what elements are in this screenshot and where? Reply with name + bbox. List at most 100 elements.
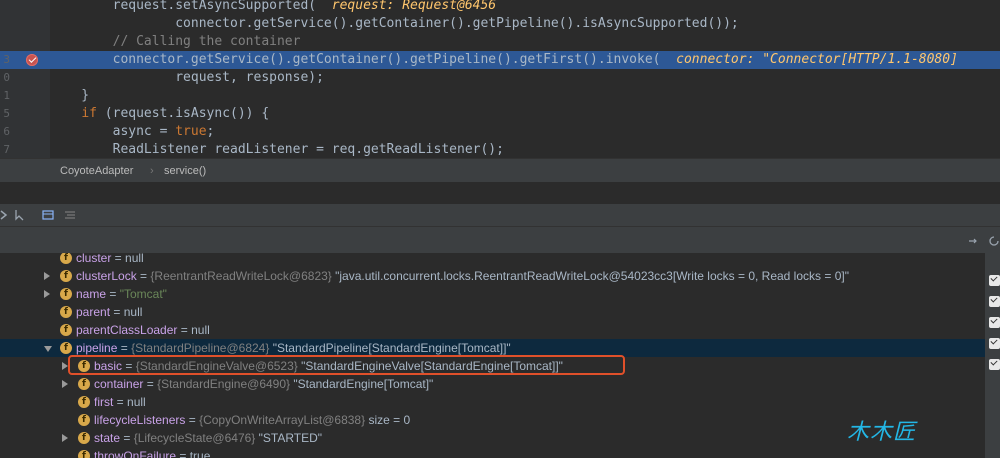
code-text: request, response); [50, 69, 324, 87]
variable-equals: = [176, 449, 190, 458]
code-token: connector.getService().getContainer().ge… [50, 16, 739, 31]
variable-row[interactable]: f lifecycleListeners = {CopyOnWriteArrayL… [0, 411, 985, 429]
restore-layout-icon[interactable] [968, 236, 982, 246]
code-line[interactable]: // Calling the container [0, 33, 1000, 51]
variable-value: "Tomcat" [119, 287, 167, 301]
breakpoint-icon[interactable] [26, 54, 38, 66]
code-token: connector.getService().getContainer().ge… [50, 52, 661, 67]
variable-text: container = {StandardEngine@6490} "Stand… [94, 375, 433, 393]
code-token: async = [50, 124, 176, 139]
field-icon: f [78, 378, 90, 390]
variable-equals: = [113, 395, 128, 409]
expand-arrow-icon[interactable] [62, 434, 68, 442]
variable-row[interactable]: f container = {StandardEngine@6490} "Stan… [0, 375, 985, 393]
variable-value: size = 0 [365, 413, 411, 427]
code-line[interactable]: 3 connector.getService().getContainer().… [0, 51, 1000, 69]
code-text: async = true; [50, 123, 215, 141]
code-token: true [175, 124, 207, 139]
code-text: connector.getService().getContainer().ge… [50, 15, 739, 33]
variable-text: lifecycleListeners = {CopyOnWriteArrayLi… [94, 411, 410, 429]
variable-row[interactable]: f state = {LifecycleState@6476} "STARTED" [0, 429, 985, 447]
option-checkbox[interactable] [989, 275, 1000, 286]
line-number: 0 [3, 71, 10, 84]
code-text: if (request.isAsync()) { [50, 105, 269, 123]
variable-row[interactable]: f name = "Tomcat" [0, 285, 985, 303]
code-token: // Calling the container [50, 34, 301, 49]
code-token: request, response); [50, 70, 324, 85]
variable-row[interactable]: f first = null [0, 393, 985, 411]
variable-value: null [127, 395, 146, 409]
variable-type: {ReentrantReadWriteLock@6823} [150, 269, 332, 283]
variable-text: throwOnFailure = true [94, 447, 210, 458]
variable-row[interactable]: f parentClassLoader = null [0, 321, 985, 339]
option-checkbox[interactable] [989, 317, 1000, 328]
code-text: // Calling the container [50, 33, 301, 51]
code-editor[interactable]: request.setAsyncSupported( request: Requ… [0, 0, 1000, 158]
collapse-arrow-icon[interactable] [44, 346, 52, 352]
expand-arrow-icon[interactable] [44, 290, 50, 298]
variable-value: "java.util.concurrent.locks.ReentrantRea… [331, 269, 849, 283]
variable-equals: = [111, 253, 126, 265]
highlight-annotation-box [68, 355, 625, 375]
code-line[interactable]: 6 async = true; [0, 123, 1000, 141]
field-icon: f [78, 396, 90, 408]
variable-value: true [189, 449, 211, 458]
step-icon[interactable] [0, 209, 12, 221]
refresh-icon[interactable] [988, 235, 1000, 247]
variable-equals: = [106, 287, 120, 301]
variable-row[interactable]: f throwOnFailure = true [0, 447, 985, 458]
variable-type: {LifecycleState@6476} [133, 431, 256, 445]
field-icon: f [78, 414, 90, 426]
table-view-icon[interactable] [42, 209, 54, 221]
code-token: ReadListener readListener = req.getReadL… [50, 142, 504, 157]
code-line[interactable]: connector.getService().getContainer().ge… [0, 15, 1000, 33]
breadcrumb-method[interactable]: service() [164, 159, 206, 183]
variable-equals: = [120, 431, 134, 445]
expand-arrow-icon[interactable] [62, 380, 68, 388]
option-checkbox[interactable] [989, 338, 1000, 349]
variable-text: cluster = null [76, 253, 144, 267]
code-line[interactable]: 7 ReadListener readListener = req.getRea… [0, 141, 1000, 158]
field-icon: f [60, 342, 72, 354]
variable-name: state [94, 431, 121, 445]
variable-row[interactable]: f cluster = null [0, 253, 985, 267]
breadcrumb-class[interactable]: CoyoteAdapter [60, 159, 133, 183]
field-icon: f [60, 324, 72, 336]
variable-value: null [123, 305, 143, 319]
line-number: 6 [3, 125, 10, 138]
variable-name: lifecycleListeners [94, 413, 186, 427]
field-icon: f [78, 432, 90, 444]
variable-type: {CopyOnWriteArrayList@6838} [199, 413, 366, 427]
field-icon: f [60, 306, 72, 318]
variable-text: name = "Tomcat" [76, 285, 167, 303]
code-token: request.setAsyncSupported( [50, 0, 317, 13]
variable-name: container [94, 377, 144, 391]
code-text: request.setAsyncSupported( request: Requ… [50, 0, 497, 15]
cursor-icon[interactable] [14, 209, 26, 221]
variable-name: clusterLock [76, 269, 137, 283]
variable-value: "STARTED" [255, 431, 323, 445]
option-checkbox[interactable] [989, 359, 1000, 370]
code-line[interactable]: 1 } [0, 87, 1000, 105]
option-checkbox[interactable] [989, 296, 1000, 307]
line-number: 5 [3, 107, 10, 120]
code-line[interactable]: 5 if (request.isAsync()) { [0, 105, 1000, 123]
code-line[interactable]: request.setAsyncSupported( request: Requ… [0, 0, 1000, 15]
variable-equals: = [177, 323, 192, 337]
code-line[interactable]: 0 request, response); [0, 69, 1000, 87]
variable-row[interactable]: f parent = null [0, 303, 985, 321]
code-text: ReadListener readListener = req.getReadL… [50, 141, 504, 158]
code-token: } [50, 88, 90, 103]
variable-equals: = [110, 305, 124, 319]
list-settings-icon[interactable] [64, 209, 76, 221]
field-icon: f [60, 253, 72, 264]
line-number: 7 [3, 143, 10, 156]
variable-name: parent [76, 305, 111, 319]
expand-arrow-icon[interactable] [44, 272, 50, 280]
field-icon: f [60, 270, 72, 282]
field-icon: f [78, 450, 90, 458]
variable-text: clusterLock = {ReentrantReadWriteLock@68… [76, 267, 849, 285]
variable-name: name [76, 287, 107, 301]
line-number: 3 [3, 53, 10, 66]
variable-row[interactable]: f clusterLock = {ReentrantReadWriteLock@6… [0, 267, 985, 285]
